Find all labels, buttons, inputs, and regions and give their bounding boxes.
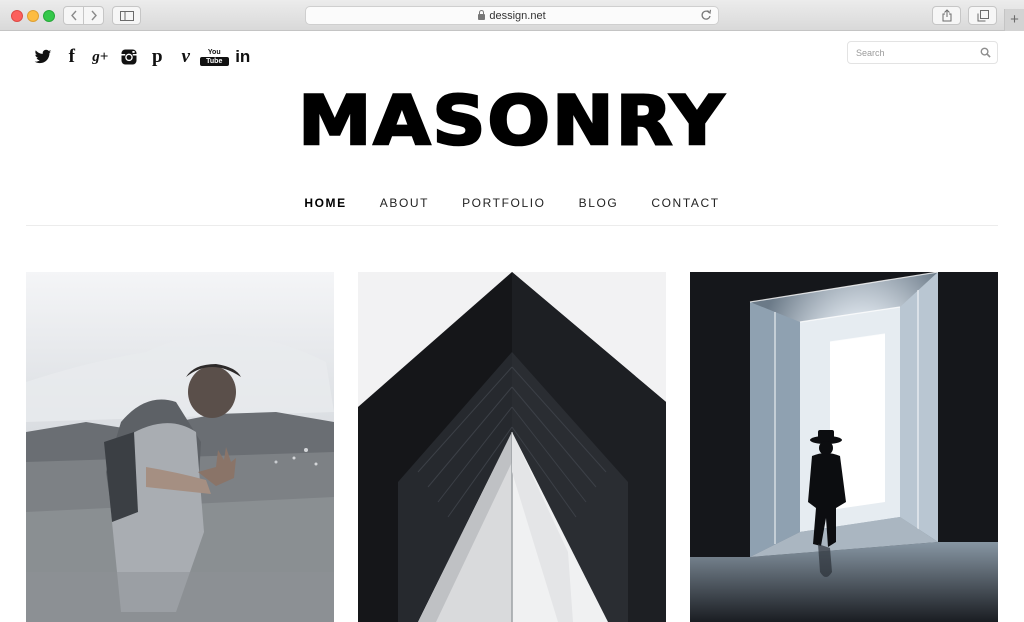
youtube-icon-top: You (207, 48, 221, 56)
browser-toolbar: dessign.net + (0, 0, 1024, 31)
search-input[interactable] (848, 42, 973, 63)
google-plus-icon[interactable]: g+ (86, 49, 115, 66)
sidebar-icon (119, 10, 134, 21)
tabs-icon (977, 9, 989, 21)
back-button[interactable] (63, 6, 84, 25)
nav-item-blog[interactable]: BLOG (579, 196, 619, 210)
minimize-window-button[interactable] (27, 10, 39, 22)
chevron-right-icon (90, 10, 97, 21)
address-bar[interactable]: dessign.net (305, 6, 719, 25)
man-reaching-toward-camera-photo (26, 272, 334, 622)
sidebar-toggle-button[interactable] (112, 6, 141, 25)
main-nav: HOME ABOUT PORTFOLIO BLOG CONTACT (0, 196, 1024, 210)
chevron-left-icon (70, 10, 77, 21)
reload-icon[interactable] (700, 9, 712, 21)
post-card-building[interactable] (358, 272, 666, 622)
new-tab-button[interactable]: + (1004, 9, 1024, 31)
instagram-icon[interactable] (115, 48, 144, 66)
vimeo-icon[interactable]: v (172, 46, 201, 68)
pinterest-icon[interactable]: p (143, 46, 172, 68)
nav-item-contact[interactable]: CONTACT (651, 196, 719, 210)
lock-icon (478, 9, 486, 20)
post-card-light-corridor[interactable] (690, 272, 998, 622)
url-text: dessign.net (489, 9, 546, 22)
forward-button[interactable] (83, 6, 104, 25)
share-icon (942, 9, 951, 22)
silhouette-in-light-corridor-photo (690, 272, 998, 622)
share-button[interactable] (932, 6, 961, 25)
linkedin-icon[interactable]: in (229, 47, 258, 67)
search-icon[interactable] (980, 47, 991, 58)
zoom-window-button[interactable] (43, 10, 55, 22)
post-card-man-reaching[interactable] (26, 272, 334, 622)
nav-item-portfolio[interactable]: PORTFOLIO (462, 196, 546, 210)
show-tabs-button[interactable] (968, 6, 997, 25)
social-links: f g+ p v You Tube in (29, 46, 257, 68)
building-corner-looking-up-photo (358, 272, 666, 622)
nav-item-home[interactable]: HOME (304, 196, 346, 210)
close-window-button[interactable] (11, 10, 23, 22)
youtube-icon-bottom: Tube (200, 56, 229, 66)
youtube-icon[interactable]: You Tube (200, 49, 229, 66)
twitter-icon[interactable] (29, 48, 58, 66)
site-logo[interactable]: MASONRY (0, 81, 1024, 162)
facebook-icon[interactable]: f (58, 46, 87, 68)
nav-item-about[interactable]: ABOUT (380, 196, 429, 210)
search-box (847, 41, 998, 64)
header-divider (26, 225, 998, 226)
